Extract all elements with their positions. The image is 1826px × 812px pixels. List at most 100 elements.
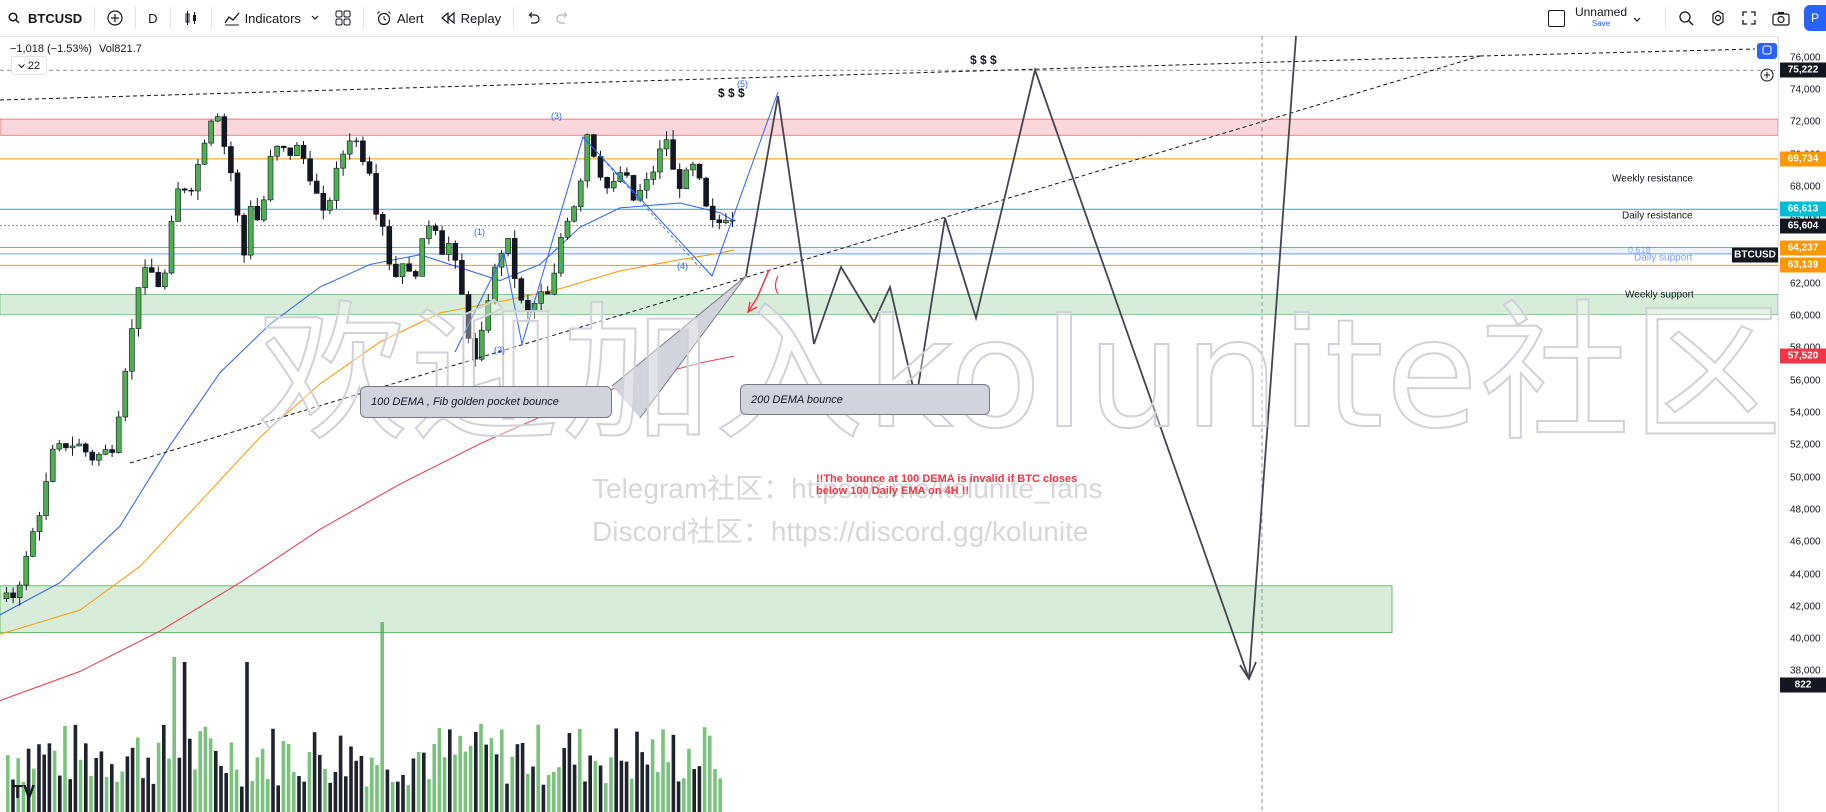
divider: [169, 7, 171, 29]
layout-name-label: Unnamed: [1574, 5, 1627, 19]
callout-200-dema[interactable]: 200 DEMA bounce: [740, 384, 990, 415]
candle-body: [379, 214, 386, 227]
layout-checkbox[interactable]: [1547, 9, 1565, 27]
volume-bar: [188, 738, 192, 812]
candle-body: [703, 177, 709, 207]
volume-bar: [104, 777, 109, 812]
volume-bar: [292, 772, 296, 812]
indicator-templates-button[interactable]: [327, 0, 359, 36]
symbol-label: BTCUSD: [28, 10, 83, 26]
candle-body: [683, 169, 690, 189]
volume-bar: [167, 758, 171, 812]
chevron-down-icon: [18, 60, 25, 72]
volume-bar: [708, 735, 712, 812]
add-alert-price-button[interactable]: [1757, 68, 1777, 85]
chevron-down-icon[interactable]: [1633, 11, 1641, 26]
volume-bar: [666, 762, 670, 812]
candle-body: [56, 443, 63, 450]
volume-bar: [182, 662, 187, 812]
volume-bar: [240, 786, 244, 812]
replay-button[interactable]: Replay: [432, 0, 509, 36]
divider: [135, 7, 137, 29]
interval-button[interactable]: D: [140, 0, 165, 36]
volume-bar: [531, 766, 535, 812]
fullscreen-button[interactable]: [1734, 0, 1764, 36]
volume-bar: [682, 778, 686, 812]
candle-body: [195, 163, 201, 192]
undo-icon: [526, 12, 540, 24]
volume-bar: [489, 738, 494, 812]
candle-body: [597, 156, 604, 178]
volume-bar: [520, 743, 525, 812]
candle-body: [102, 449, 109, 455]
volume-bar: [255, 757, 260, 812]
rewind-icon: [440, 11, 456, 25]
fullscreen-icon: [1742, 11, 1756, 25]
candle-body: [716, 219, 723, 224]
callout-100-dema[interactable]: 100 DEMA , Fib golden pocket bounce: [360, 386, 612, 418]
daily-support-band: [520, 247, 1778, 254]
candle-body: [399, 263, 406, 278]
price-badge: 75,222: [1780, 62, 1826, 78]
volume-bar: [427, 779, 431, 812]
candle-body: [49, 448, 56, 482]
volume-bar: [146, 757, 150, 812]
liquidity-mark-2: $ $ $: [970, 53, 997, 67]
volume-bar: [276, 785, 280, 812]
price-badge: 822: [1780, 677, 1826, 693]
layout-name[interactable]: Unnamed Save: [1575, 6, 1627, 30]
candle-body: [280, 145, 287, 149]
candle-body: [115, 416, 122, 453]
wave-label-4: (4): [677, 261, 688, 271]
candlestick-icon: [183, 10, 199, 26]
volume-bar: [396, 781, 400, 812]
candle-body: [670, 139, 676, 170]
auto-scale-button[interactable]: [1757, 43, 1777, 59]
candle-body: [624, 172, 630, 176]
candle-body: [307, 158, 313, 182]
candle-body: [313, 180, 320, 194]
alert-button[interactable]: Alert: [368, 0, 432, 36]
settings-button[interactable]: [1702, 0, 1734, 36]
candle-body: [135, 287, 142, 329]
volume-bar: [552, 771, 556, 812]
candle-body: [36, 515, 43, 532]
resistance-zone: [0, 118, 1778, 136]
symbol-search[interactable]: BTCUSD: [0, 0, 90, 36]
price-badge: 65,604: [1780, 218, 1826, 234]
snapshot-button[interactable]: [1764, 0, 1798, 36]
candle-body: [346, 140, 353, 155]
volume-bar: [162, 724, 166, 812]
undo-button[interactable]: [518, 0, 548, 36]
publish-button[interactable]: P: [1804, 5, 1826, 31]
volume-bar: [687, 748, 691, 812]
candle-body: [630, 175, 637, 201]
price-tick-label: 56,000: [1790, 375, 1821, 387]
price-badge: 63,139: [1780, 257, 1826, 273]
volume-bar: [260, 748, 265, 812]
volume-bar: [364, 786, 369, 812]
candle-body: [274, 145, 280, 157]
candle-body: [16, 584, 23, 598]
volume-bar: [416, 751, 421, 812]
chart-type-button[interactable]: [175, 0, 207, 36]
volume-bar: [583, 781, 587, 812]
volume-bar: [494, 754, 499, 812]
volume-bar: [37, 744, 41, 812]
candle-body: [175, 188, 181, 222]
indicator-list-toggle[interactable]: 22: [11, 56, 47, 75]
quick-search-button[interactable]: [1670, 0, 1702, 36]
volume-bar: [78, 759, 83, 812]
volume-bar: [89, 775, 93, 812]
price-tick-label: 38,000: [1790, 665, 1821, 677]
candle-body: [723, 220, 729, 224]
divider: [210, 7, 212, 29]
indicators-button[interactable]: Indicators: [216, 0, 327, 36]
tradingview-logo[interactable]: TV: [12, 782, 35, 803]
volume-bar: [526, 773, 530, 812]
redo-button[interactable]: [548, 0, 578, 36]
candle-body: [709, 205, 716, 221]
volume-bar: [73, 724, 78, 812]
candle-body: [294, 144, 300, 156]
compare-symbol-button[interactable]: [99, 0, 131, 36]
